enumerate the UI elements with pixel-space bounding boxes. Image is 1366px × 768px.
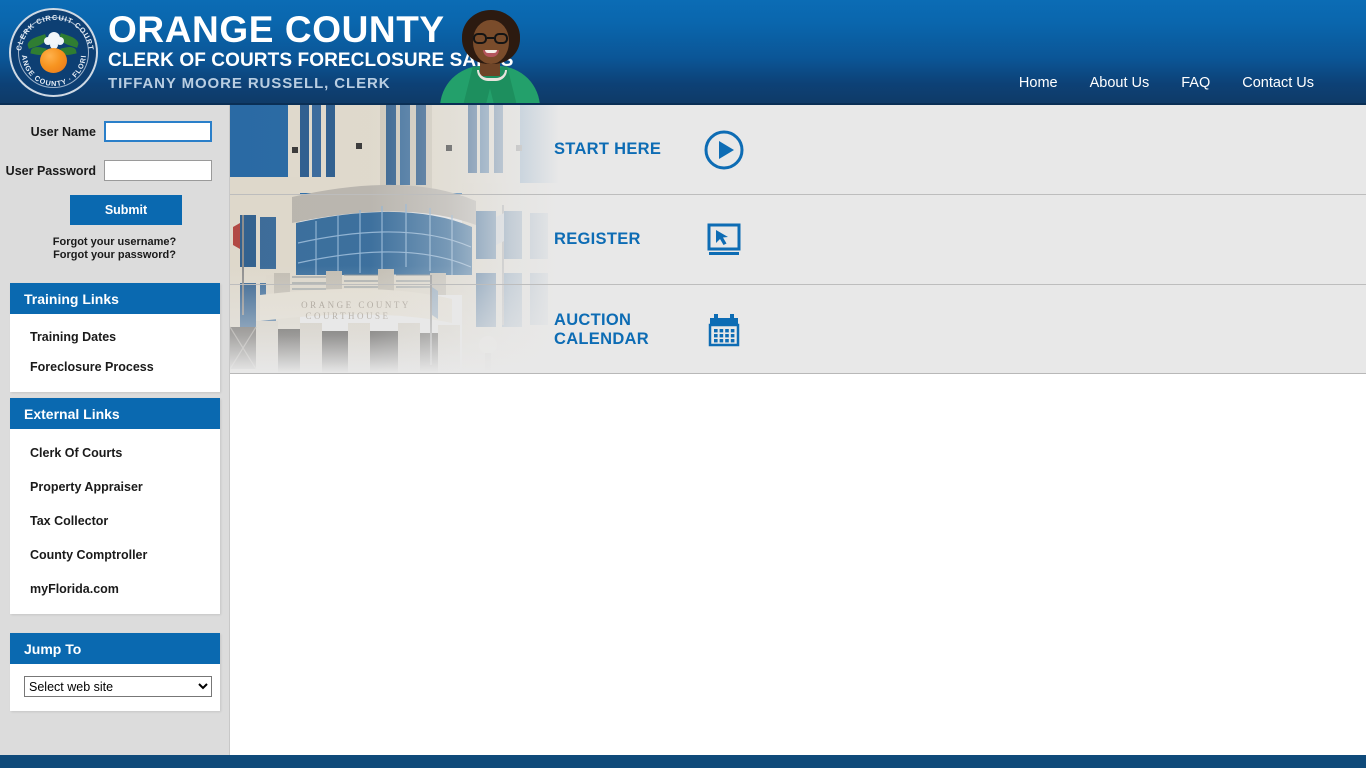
- training-links-header: Training Links: [10, 283, 220, 314]
- forgot-links: Forgot your username? Forgot your passwo…: [0, 236, 229, 261]
- password-input[interactable]: [104, 160, 212, 181]
- hero-auction-calendar-row[interactable]: AUCTION CALENDAR: [230, 285, 1366, 373]
- jump-to-card: Jump To Select web site: [10, 633, 220, 711]
- clerk-portrait: [430, 0, 548, 105]
- seal-orange-fruit-icon: [40, 48, 67, 73]
- forgot-password-link[interactable]: Forgot your password?: [0, 249, 229, 262]
- sidebar-item-myflorida[interactable]: myFlorida.com: [10, 573, 220, 604]
- username-row: User Name: [0, 121, 212, 142]
- hero-auction-calendar-line1: AUCTION: [554, 310, 632, 329]
- hero-register-label[interactable]: REGISTER: [554, 230, 694, 249]
- calendar-icon[interactable]: [702, 308, 746, 352]
- hero-start-here-row[interactable]: START HERE: [230, 105, 1366, 195]
- hero-start-here-label[interactable]: START HERE: [554, 140, 694, 159]
- login-panel: User Name User Password Submit Forgot yo…: [0, 105, 229, 273]
- hero-auction-calendar-label[interactable]: AUCTION CALENDAR: [554, 311, 694, 349]
- main-navigation: Home About Us FAQ Contact Us: [1019, 75, 1314, 91]
- username-input[interactable]: [104, 121, 212, 142]
- left-sidebar: User Name User Password Submit Forgot yo…: [0, 105, 230, 755]
- password-row: User Password: [0, 160, 212, 181]
- sidebar-item-tax-collector[interactable]: Tax Collector: [10, 505, 220, 539]
- hero-register-row[interactable]: REGISTER: [230, 195, 1366, 285]
- portrait-glasses-left: [473, 33, 487, 44]
- nav-about-us[interactable]: About Us: [1090, 75, 1150, 91]
- site-footer: [0, 755, 1366, 768]
- password-label: User Password: [5, 163, 96, 178]
- portrait-glasses-right: [494, 33, 508, 44]
- monitor-cursor-icon[interactable]: [702, 218, 746, 262]
- portrait-teeth: [485, 50, 497, 53]
- nav-faq[interactable]: FAQ: [1181, 75, 1210, 91]
- nav-contact-us[interactable]: Contact Us: [1242, 75, 1314, 91]
- username-label: User Name: [30, 124, 96, 139]
- sidebar-item-foreclosure-process[interactable]: Foreclosure Process: [10, 352, 220, 382]
- page-root: CLERK CIRCUIT COURT ORANGE COUNTY · FLOR…: [0, 0, 1366, 768]
- training-links-card: Training Links Training Dates Foreclosur…: [10, 283, 220, 392]
- forgot-username-link[interactable]: Forgot your username?: [0, 236, 229, 249]
- play-circle-icon[interactable]: [702, 128, 746, 172]
- page-body: User Name User Password Submit Forgot yo…: [0, 105, 1366, 755]
- external-links-list: Clerk Of Courts Property Appraiser Tax C…: [10, 429, 220, 614]
- jump-to-select[interactable]: Select web site: [24, 676, 212, 697]
- site-header: CLERK CIRCUIT COURT ORANGE COUNTY · FLOR…: [0, 0, 1366, 105]
- nav-home[interactable]: Home: [1019, 75, 1058, 91]
- seal-blossom-icon: [48, 32, 60, 44]
- external-links-header: External Links: [10, 398, 220, 429]
- sidebar-item-property-appraiser[interactable]: Property Appraiser: [10, 471, 220, 505]
- jump-to-body: Select web site: [10, 664, 220, 711]
- training-links-list: Training Dates Foreclosure Process: [10, 314, 220, 392]
- hero-auction-calendar-line2: CALENDAR: [554, 329, 649, 348]
- sidebar-item-clerk-of-courts[interactable]: Clerk Of Courts: [10, 437, 220, 471]
- jump-to-header: Jump To: [10, 633, 220, 664]
- sidebar-item-county-comptroller[interactable]: County Comptroller: [10, 539, 220, 573]
- orange-county-seal-icon: CLERK CIRCUIT COURT ORANGE COUNTY · FLOR…: [9, 8, 98, 97]
- sidebar-item-training-dates[interactable]: Training Dates: [10, 322, 220, 352]
- external-links-card: External Links Clerk Of Courts Property …: [10, 398, 220, 614]
- hero-banner: ORANGE COUNTY COURTHOUSE: [230, 105, 1366, 374]
- submit-button[interactable]: Submit: [70, 195, 182, 225]
- portrait-glasses-bridge: [487, 37, 494, 39]
